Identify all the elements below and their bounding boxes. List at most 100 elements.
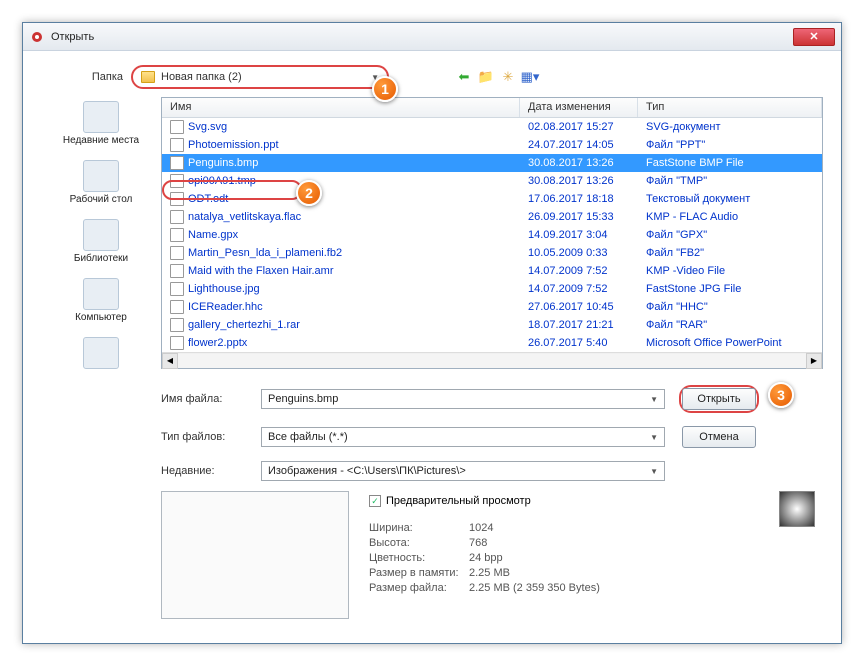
preview-thumbnail-box [161,491,349,619]
window-title: Открыть [51,31,793,43]
file-icon [170,264,184,278]
file-type: Файл "RAR" [638,319,822,331]
file-name: flower2.pptx [188,337,247,349]
file-icon [170,174,184,188]
file-name: opi00A91.tmp [188,175,256,187]
file-type: Файл "HHC" [638,301,822,313]
file-row[interactable]: ODT.odt17.06.2017 18:18Текстовый докумен… [162,190,822,208]
file-name: natalya_vetlitskaya.flac [188,211,301,223]
folder-icon [141,71,155,83]
file-icon [170,336,184,350]
close-button[interactable]: ✕ [793,28,835,46]
file-row[interactable]: Penguins.bmp 30.08.2017 13:26FastStone BM… [162,154,822,172]
file-type: SVG-документ [638,121,822,133]
file-row[interactable]: opi00A91.tmp30.08.2017 13:26Файл "TMP" [162,172,822,190]
file-row[interactable]: flower2.pptx 26.07.2017 5:40Microsoft Off… [162,334,822,352]
file-date: 26.07.2017 5:40 [520,337,638,349]
file-icon [170,192,184,206]
file-name: gallery_chertezhi_1.rar [188,319,300,331]
file-type: Microsoft Office PowerPoint [638,337,822,349]
new-folder-icon[interactable]: ✳ [499,68,517,86]
view-icon[interactable]: ▦▾ [521,68,539,86]
file-row[interactable]: Martin_Pesn_lda_i_plameni.fb2 10.05.2009 … [162,244,822,262]
file-icon [170,246,184,260]
file-name: Photoemission.ppt [188,139,279,151]
file-icon [170,120,184,134]
cancel-button[interactable]: Отмена [682,426,756,448]
file-row[interactable]: gallery_chertezhi_1.rar 18.07.2017 21:21Ф… [162,316,822,334]
file-date: 10.05.2009 0:33 [520,247,638,259]
place-network[interactable] [57,337,145,371]
file-name: Svg.svg [188,121,227,133]
file-name: ICEReader.hhc [188,301,263,313]
open-button[interactable]: Открыть [682,388,756,410]
file-date: 14.07.2009 7:52 [520,265,638,277]
column-headers[interactable]: Имя Дата изменения Тип [162,98,822,118]
file-date: 30.08.2017 13:26 [520,157,638,169]
file-row[interactable]: ICEReader.hhc27.06.2017 10:45Файл "HHC" [162,298,822,316]
file-icon [170,282,184,296]
file-icon [170,300,184,314]
file-name: Lighthouse.jpg [188,283,260,295]
file-type: KMP - FLAC Audio [638,211,822,223]
recent-label: Недавние: [161,465,247,477]
file-row[interactable]: Maid with the Flaxen Hair.amr 14.07.2009 … [162,262,822,280]
file-date: 02.08.2017 15:27 [520,121,638,133]
filename-input[interactable]: Penguins.bmp▼ [261,389,665,409]
file-name: ODT.odt [188,193,228,205]
file-row[interactable]: Photoemission.ppt24.07.2017 14:05Файл "P… [162,136,822,154]
file-icon [170,210,184,224]
callout-2: 2 [296,180,322,206]
file-type: Текстовый документ [638,193,822,205]
app-gear-icon [29,29,45,45]
preview-checkbox-label: Предварительный просмотр [386,495,531,507]
recent-combo[interactable]: Изображения - <C:\Users\ПК\Pictures\>▼ [261,461,665,481]
file-list: Имя Дата изменения Тип Svg.svg 02.08.2017… [161,97,823,369]
place-desktop[interactable]: Рабочий стол [57,160,145,205]
file-name: Martin_Pesn_lda_i_plameni.fb2 [188,247,342,259]
file-name: Maid with the Flaxen Hair.amr [188,265,334,277]
file-name: Name.gpx [188,229,238,241]
up-icon[interactable]: 📁 [477,68,495,86]
filetype-label: Тип файлов: [161,431,247,443]
file-date: 14.07.2009 7:52 [520,283,638,295]
file-type: KMP -Video File [638,265,822,277]
titlebar[interactable]: Открыть ✕ [23,23,841,51]
file-icon [170,228,184,242]
format-thumb-icon [779,491,815,527]
file-row[interactable]: Svg.svg 02.08.2017 15:27SVG-документ [162,118,822,136]
filename-label: Имя файла: [161,393,247,405]
file-icon [170,318,184,332]
file-date: 14.09.2017 3:04 [520,229,638,241]
file-type: FastStone BMP File [638,157,822,169]
back-icon[interactable]: ⬅ [455,68,473,86]
callout-1: 1 [372,76,398,102]
file-date: 30.08.2017 13:26 [520,175,638,187]
folder-label: Папка [83,71,123,83]
file-date: 18.07.2017 21:21 [520,319,638,331]
callout-3: 3 [768,382,794,408]
file-type: FastStone JPG File [638,283,822,295]
places-bar: Недавние места Рабочий стол Библиотеки К… [41,97,161,371]
file-type: Файл "GPX" [638,229,822,241]
place-recent[interactable]: Недавние места [57,101,145,146]
header-name[interactable]: Имя [162,98,520,117]
filetype-combo[interactable]: Все файлы (*.*)▼ [261,427,665,447]
file-row[interactable]: Lighthouse.jpg 14.07.2009 7:52FastStone J… [162,280,822,298]
place-computer[interactable]: Компьютер [57,278,145,323]
place-libraries[interactable]: Библиотеки [57,219,145,264]
file-name: Penguins.bmp [188,157,258,169]
folder-dropdown[interactable]: Новая папка (2) ▼ [131,65,389,89]
file-date: 26.09.2017 15:33 [520,211,638,223]
file-icon [170,138,184,152]
file-row[interactable]: Name.gpx 14.09.2017 3:04Файл "GPX" [162,226,822,244]
preview-checkbox[interactable]: ✓ [369,495,381,507]
header-date[interactable]: Дата изменения [520,98,638,117]
file-date: 24.07.2017 14:05 [520,139,638,151]
open-dialog: Открыть ✕ Папка Новая папка (2) ▼ ⬅ 📁 ✳ … [22,22,842,644]
file-row[interactable]: natalya_vetlitskaya.flac 26.09.2017 15:33… [162,208,822,226]
horizontal-scrollbar[interactable]: ◀▶ [162,352,822,368]
file-icon [170,156,184,170]
file-type: Файл "FB2" [638,247,822,259]
header-type[interactable]: Тип [638,98,822,117]
